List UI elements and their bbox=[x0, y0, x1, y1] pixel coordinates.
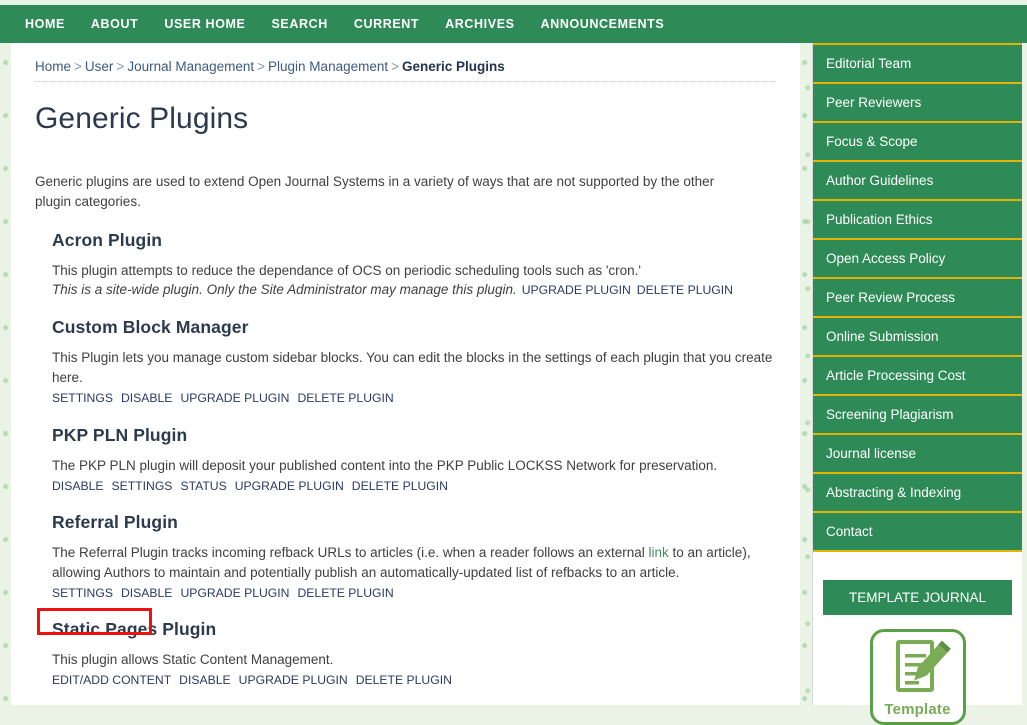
action-delete-plugin[interactable]: DELETE PLUGIN bbox=[297, 586, 393, 600]
page-intro-text: Generic plugins are used to extend Open … bbox=[35, 174, 715, 210]
action-disable[interactable]: DISABLE bbox=[179, 673, 230, 687]
nav-item-user-home[interactable]: USER HOME bbox=[151, 17, 258, 31]
plugin-description: This plugin allows Static Content Manage… bbox=[52, 652, 334, 668]
plugin-actions: SETTINGS DISABLE UPGRADE PLUGIN DELETE PLUG… bbox=[52, 584, 776, 602]
plugin-entry-referral: Referral Plugin The Referral Plugin trac… bbox=[35, 512, 776, 602]
action-status[interactable]: STATUS bbox=[180, 479, 226, 493]
plugin-title: Referral Plugin bbox=[52, 511, 178, 532]
template-journal-button[interactable]: TEMPLATE JOURNAL bbox=[823, 580, 1012, 615]
nav-item-search[interactable]: SEARCH bbox=[258, 17, 340, 31]
action-disable[interactable]: DISABLE bbox=[52, 479, 103, 493]
breadcrumb-separator: > bbox=[257, 59, 266, 74]
plugin-actions: DISABLE SETTINGS STATUS UPGRADE PLUGIN DELET… bbox=[52, 477, 776, 495]
sidebar: Editorial Team Peer Reviewers Focus & Sc… bbox=[812, 43, 1022, 725]
sidebar-item-open-access-policy[interactable]: Open Access Policy bbox=[813, 238, 1022, 277]
action-delete-plugin[interactable]: DELETE PLUGIN bbox=[352, 479, 448, 493]
main-content-panel: Home > User > Journal Management > Plugin Mana… bbox=[11, 43, 800, 705]
action-upgrade-plugin[interactable]: UPGRADE PLUGIN bbox=[180, 391, 289, 405]
page-title: Generic Plugins bbox=[35, 102, 249, 135]
action-upgrade-plugin[interactable]: UPGRADE PLUGIN bbox=[239, 673, 348, 687]
action-disable[interactable]: DISABLE bbox=[121, 391, 172, 405]
plugin-description: This Plugin lets you manage custom sideb… bbox=[52, 350, 773, 386]
breadcrumb-separator: > bbox=[116, 59, 125, 74]
plugin-title: Static Pages Plugin bbox=[52, 619, 217, 640]
sidebar-item-publication-ethics[interactable]: Publication Ethics bbox=[813, 199, 1022, 238]
plugin-description: This plugin attempts to reduce the depen… bbox=[52, 261, 776, 301]
nav-item-current[interactable]: CURRENT bbox=[341, 17, 432, 31]
top-navigation-bar: HOME ABOUT USER HOME SEARCH CURRENT ARCH… bbox=[0, 5, 1027, 43]
sidebar-item-editorial-team[interactable]: Editorial Team bbox=[813, 43, 1022, 82]
action-delete-plugin[interactable]: DELETE PLUGIN bbox=[297, 391, 393, 405]
action-upgrade-plugin[interactable]: UPGRADE PLUGIN bbox=[180, 586, 289, 600]
plugin-actions: EDIT/ADD CONTENT DISABLE UPGRADE PLUGIN DEL… bbox=[52, 671, 776, 689]
plugin-actions: SETTINGS DISABLE UPGRADE PLUGIN DELETE PLUG… bbox=[52, 389, 776, 407]
document-pencil-icon bbox=[885, 638, 951, 700]
breadcrumb-current-page: Generic Plugins bbox=[402, 59, 505, 74]
plugin-entry-acron: Acron Plugin This plugin attempts to red… bbox=[35, 230, 776, 301]
sidebar-item-abstracting-indexing[interactable]: Abstracting & Indexing bbox=[813, 472, 1022, 511]
nav-item-announcements[interactable]: ANNOUNCEMENTS bbox=[528, 17, 678, 31]
nav-item-about[interactable]: ABOUT bbox=[78, 17, 151, 31]
plugin-description-inline-link[interactable]: link bbox=[649, 545, 669, 560]
sidebar-item-article-processing-cost[interactable]: Article Processing Cost bbox=[813, 355, 1022, 394]
plugin-description: The PKP PLN plugin will deposit your pub… bbox=[52, 457, 718, 473]
plugin-actions: UPGRADE PLUGIN DELETE PLUGIN bbox=[522, 283, 739, 297]
breadcrumb-item-user[interactable]: User bbox=[85, 59, 114, 74]
plugin-description-text: This plugin attempts to reduce the depen… bbox=[52, 262, 642, 278]
plugin-title: Custom Block Manager bbox=[52, 317, 249, 338]
sidebar-item-peer-review-process[interactable]: Peer Review Process bbox=[813, 277, 1022, 316]
action-upgrade-plugin[interactable]: UPGRADE PLUGIN bbox=[235, 479, 344, 493]
action-edit-add-content[interactable]: EDIT/ADD CONTENT bbox=[52, 673, 171, 687]
sidebar-item-focus-scope[interactable]: Focus & Scope bbox=[813, 121, 1022, 160]
breadcrumb-item-plugin-management[interactable]: Plugin Management bbox=[268, 59, 388, 74]
sidebar-item-journal-license[interactable]: Journal license bbox=[813, 433, 1022, 472]
plugin-title: PKP PLN Plugin bbox=[52, 424, 188, 445]
sidebar-item-contact[interactable]: Contact bbox=[813, 511, 1022, 552]
plugin-entry-pkp-pln: PKP PLN Plugin The PKP PLN plugin will d… bbox=[35, 425, 776, 495]
plugin-description-text-before: The Referral Plugin tracks incoming refb… bbox=[52, 544, 649, 560]
plugin-description: The Referral Plugin tracks incoming refb… bbox=[52, 543, 776, 583]
action-delete-plugin[interactable]: DELETE PLUGIN bbox=[637, 283, 733, 297]
nav-item-home[interactable]: HOME bbox=[12, 17, 78, 31]
breadcrumb: Home > User > Journal Management > Plugin Mana… bbox=[35, 59, 776, 82]
action-settings[interactable]: SETTINGS bbox=[52, 391, 113, 405]
plugin-entry-custom-block-manager: Custom Block Manager This Plugin lets yo… bbox=[35, 317, 776, 407]
breadcrumb-separator: > bbox=[74, 59, 82, 74]
action-delete-plugin[interactable]: DELETE PLUGIN bbox=[356, 673, 452, 687]
breadcrumb-item-journal-management[interactable]: Journal Management bbox=[127, 59, 254, 74]
sidebar-item-peer-reviewers[interactable]: Peer Reviewers bbox=[813, 82, 1022, 121]
sidebar-item-online-submission[interactable]: Online Submission bbox=[813, 316, 1022, 355]
sidebar-item-author-guidelines[interactable]: Author Guidelines bbox=[813, 160, 1022, 199]
template-journal-logo-caption: Template bbox=[884, 701, 951, 718]
plugin-site-wide-note: This is a site-wide plugin. Only the Sit… bbox=[52, 282, 517, 298]
action-settings[interactable]: SETTINGS bbox=[111, 479, 172, 493]
nav-item-archives[interactable]: ARCHIVES bbox=[432, 17, 527, 31]
action-disable[interactable]: DISABLE bbox=[121, 586, 172, 600]
sidebar-promo-block: TEMPLATE JOURNAL Template bbox=[813, 552, 1022, 725]
action-upgrade-plugin[interactable]: UPGRADE PLUGIN bbox=[522, 283, 631, 297]
sidebar-item-screening-plagiarism[interactable]: Screening Plagiarism bbox=[813, 394, 1022, 433]
plugin-entry-static-pages: Static Pages Plugin This plugin allows S… bbox=[35, 619, 776, 689]
breadcrumb-separator: > bbox=[391, 59, 399, 74]
template-journal-logo[interactable]: Template bbox=[869, 629, 966, 725]
plugin-title: Acron Plugin bbox=[52, 229, 163, 250]
breadcrumb-item-home[interactable]: Home bbox=[35, 59, 71, 74]
action-settings[interactable]: SETTINGS bbox=[52, 586, 113, 600]
